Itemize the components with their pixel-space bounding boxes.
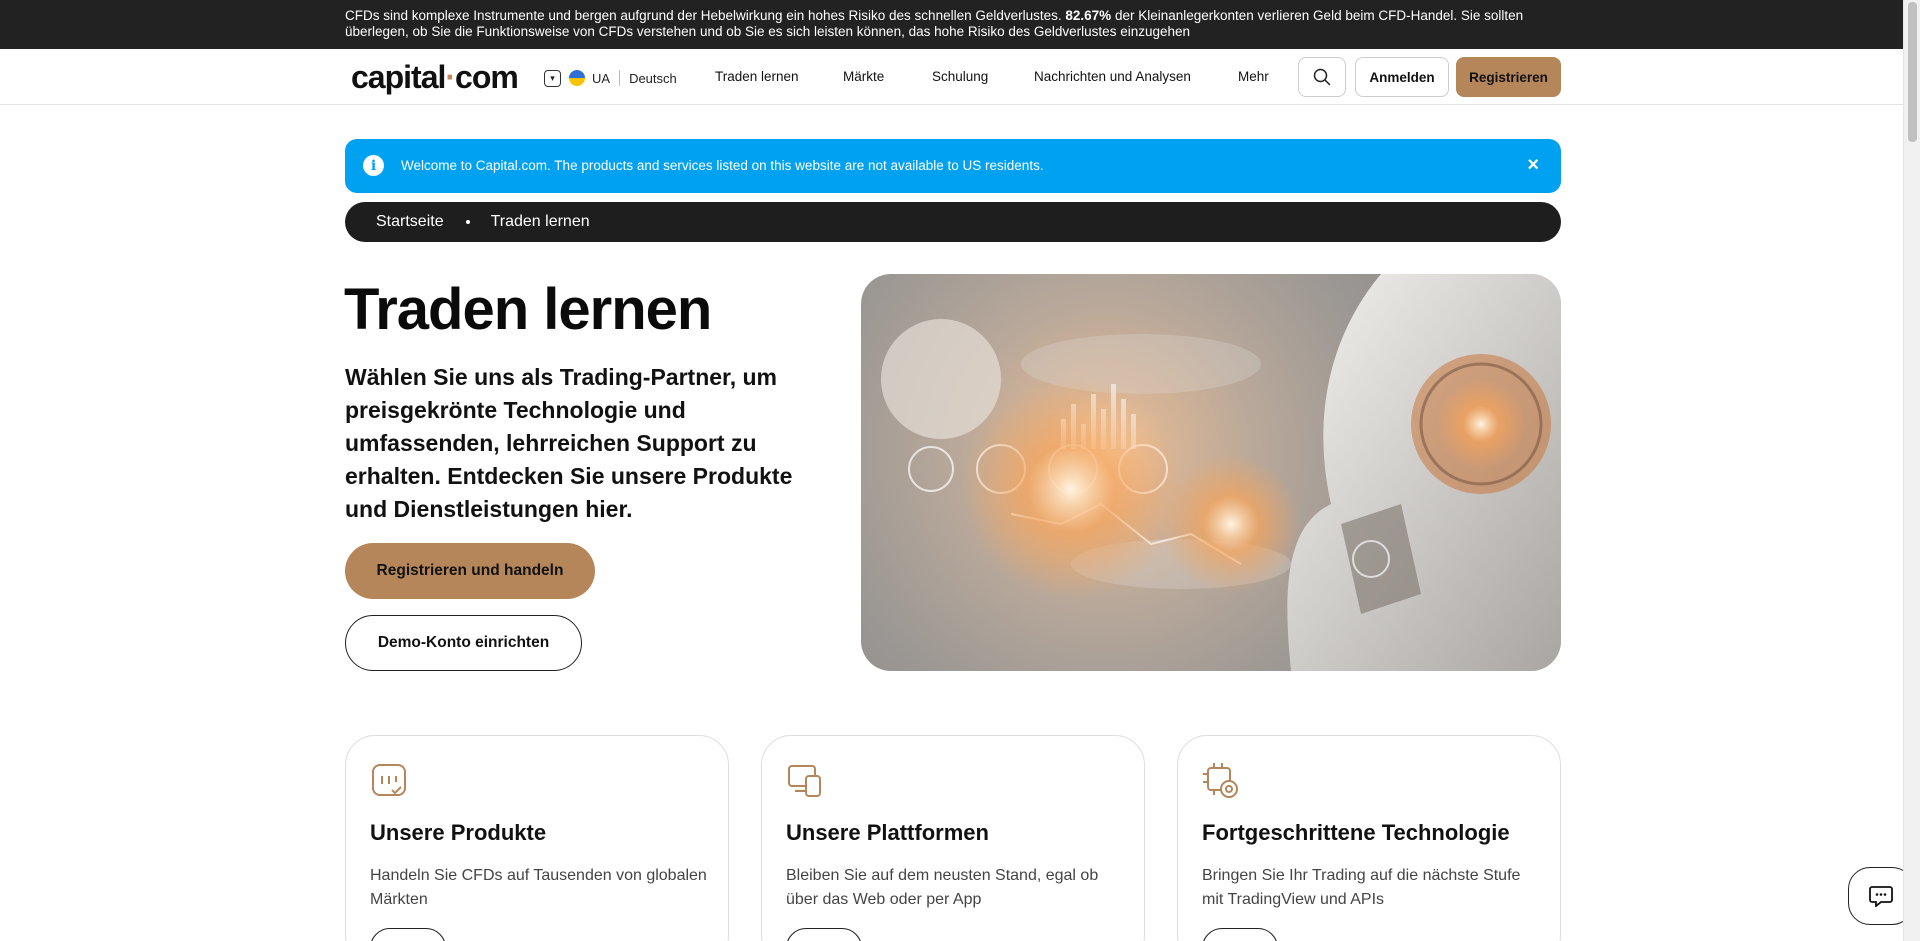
search-icon bbox=[1313, 68, 1331, 86]
card-products[interactable]: Unsere Produkte Handeln Sie CFDs auf Tau… bbox=[345, 735, 729, 941]
hero-subtitle: Wählen Sie uns als Trading-Partner, um p… bbox=[345, 364, 793, 522]
site-header: capital·com ▾ UA Deutsch Traden lernen M… bbox=[0, 49, 1903, 105]
risk-percent: 82.67% bbox=[1065, 8, 1112, 23]
nav-item-traden-lernen[interactable]: Traden lernen bbox=[715, 69, 799, 84]
alert-message: Welcome to Capital.com. The products and… bbox=[401, 158, 1044, 173]
vertical-scrollbar[interactable] bbox=[1903, 0, 1920, 941]
card-description: Bleiben Sie auf dem neusten Stand, egal … bbox=[786, 867, 1099, 908]
breadcrumb: Startseite Traden lernen bbox=[345, 202, 1561, 242]
breadcrumb-current: Traden lernen bbox=[490, 213, 590, 230]
divider bbox=[619, 70, 621, 86]
chip-gear-icon bbox=[1203, 763, 1238, 798]
logo-dot: · bbox=[445, 59, 456, 95]
scrollbar-thumb[interactable] bbox=[1908, 2, 1917, 142]
logo[interactable]: capital·com bbox=[351, 59, 519, 96]
register-button[interactable]: Registrieren bbox=[1456, 57, 1561, 97]
chevron-down-icon: ▾ bbox=[544, 69, 561, 87]
products-icon bbox=[372, 764, 406, 796]
us-residents-alert: i Welcome to Capital.com. The products a… bbox=[345, 139, 1561, 193]
nav-item-maerkte[interactable]: Märkte bbox=[843, 69, 884, 84]
risk-warning-banner: CFDs sind komplexe Instrumente und berge… bbox=[0, 0, 1903, 49]
logo-text-left: capital bbox=[351, 59, 446, 95]
register-and-trade-button[interactable]: Registrieren und handeln bbox=[345, 543, 595, 599]
card-title: Unsere Produkte bbox=[370, 820, 547, 845]
card-description: Bringen Sie Ihr Trading auf die nächste … bbox=[1202, 867, 1521, 908]
risk-warning-text: CFDs sind komplexe Instrumente und berge… bbox=[345, 8, 1565, 40]
card-technology[interactable]: Fortgeschrittene Technologie Bringen Sie… bbox=[1177, 735, 1561, 941]
nav-item-mehr[interactable]: Mehr bbox=[1238, 69, 1269, 84]
card-title: Unsere Plattformen bbox=[786, 820, 989, 845]
card-button[interactable] bbox=[370, 928, 446, 941]
login-button[interactable]: Anmelden bbox=[1355, 57, 1449, 97]
language-selector[interactable]: ▾ UA Deutsch bbox=[544, 68, 677, 88]
card-button[interactable] bbox=[786, 928, 862, 941]
card-platforms[interactable]: Unsere Plattformen Bleiben Sie auf dem n… bbox=[761, 735, 1145, 941]
region-code: UA bbox=[592, 70, 611, 86]
page: CFDs sind komplexe Instrumente und berge… bbox=[0, 0, 1920, 941]
close-icon[interactable]: × bbox=[1527, 154, 1539, 177]
demo-account-button[interactable]: Demo-Konto einrichten bbox=[345, 615, 582, 671]
chat-icon bbox=[1869, 886, 1893, 907]
ukraine-flag-icon bbox=[569, 70, 585, 86]
card-title: Fortgeschrittene Technologie bbox=[1202, 820, 1510, 845]
card-description: Handeln Sie CFDs auf Tausenden von globa… bbox=[370, 867, 707, 908]
devices-icon bbox=[788, 765, 821, 797]
page-title: Traden lernen bbox=[344, 277, 712, 342]
nav-item-schulung[interactable]: Schulung bbox=[932, 69, 988, 84]
nav-item-nachrichten[interactable]: Nachrichten und Analysen bbox=[1034, 69, 1191, 84]
card-button[interactable] bbox=[1202, 928, 1278, 941]
logo-text-right: com bbox=[455, 59, 519, 95]
ai-robot-illustration bbox=[881, 274, 1561, 671]
info-icon: i bbox=[363, 155, 384, 176]
search-button[interactable] bbox=[1298, 57, 1346, 97]
breadcrumb-home[interactable]: Startseite bbox=[376, 213, 444, 231]
breadcrumb-separator bbox=[465, 220, 470, 224]
language-label: Deutsch bbox=[629, 70, 677, 86]
risk-warning-lead: CFDs sind komplexe Instrumente und berge… bbox=[345, 8, 1066, 23]
hero-image bbox=[861, 274, 1561, 671]
